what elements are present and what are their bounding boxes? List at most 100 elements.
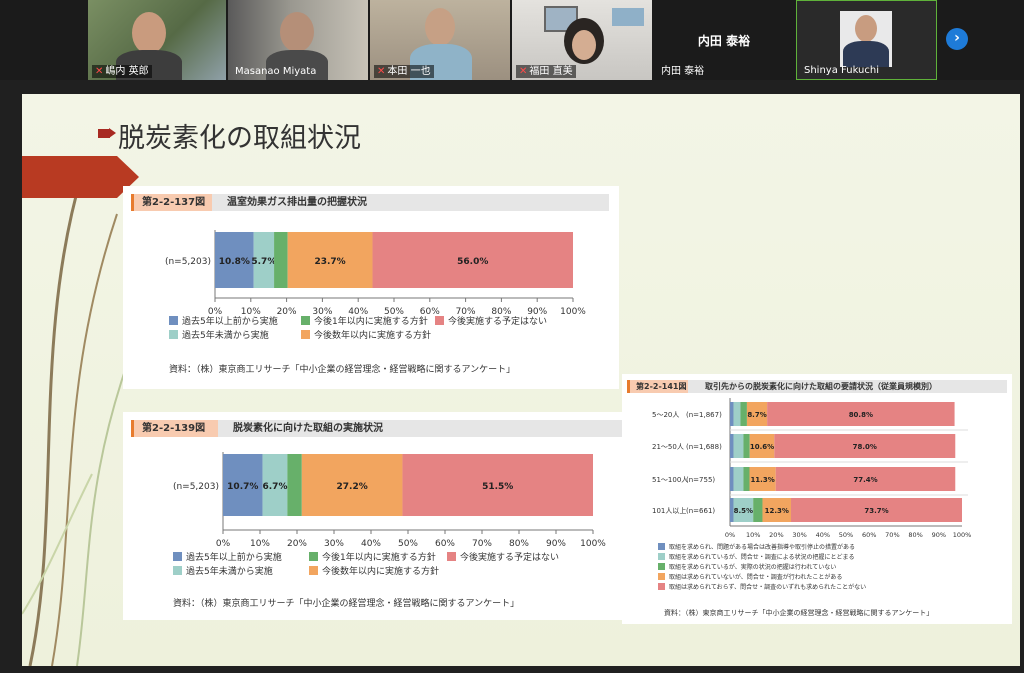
shared-screen: 脱炭素化の取組状況 第2-2-137図 温室効果ガス排出量の把握状況 0% 10%… xyxy=(0,80,1024,673)
legend-item: 今後1年以内に実施する方針 xyxy=(301,314,428,327)
x-tick-label: 0% xyxy=(725,531,735,539)
mic-muted-icon: ✕ xyxy=(519,66,528,77)
chart-source: 資料：（株）東京商工リサーチ「中小企業の経営理念・経営戦略に関するアンケート」 xyxy=(169,365,516,375)
legend-label: 過去5年以上前から実施 xyxy=(182,317,278,327)
person-face xyxy=(132,12,166,54)
data-label: 51.5% xyxy=(482,482,513,492)
x-tick-label: 70% xyxy=(472,539,492,549)
slide-title: 脱炭素化の取組状況 xyxy=(118,123,361,154)
legend-item: 今後実施する予定はない xyxy=(447,550,559,563)
legend-item: 過去5年以上前から実施 xyxy=(169,314,278,327)
category-n-label: (n=661) xyxy=(686,507,715,515)
stacked-bar-chart: 0% 10% 20% 30% 40% 50% 60% 70% 80% 90% 100% 5～20人 (n… xyxy=(652,398,972,539)
legend-swatch xyxy=(658,553,665,560)
legend-swatch xyxy=(169,316,178,325)
data-label: 73.7% xyxy=(864,507,888,515)
legend-label: 取組を求められ、問題がある場合は改善指導や取引停止の措置がある xyxy=(669,544,856,551)
legend-swatch xyxy=(658,563,665,570)
x-tick-label: 50% xyxy=(839,531,853,539)
participant-tile-active[interactable]: Shinya Fukuchi xyxy=(796,0,937,80)
category-n-label: (n=1,867) xyxy=(686,411,722,419)
legend-item: 取組を求められ、問題がある場合は改善指導や取引停止の措置がある xyxy=(658,542,855,551)
x-tick-label: 100% xyxy=(953,531,972,539)
legend-item: 今後1年以内に実施する方針 xyxy=(309,550,436,563)
x-tick-label: 80% xyxy=(509,539,529,549)
person-face xyxy=(855,15,877,42)
bar-segment xyxy=(287,454,302,516)
chart-header: 第2-2-141図 取引先からの脱炭素化に向けた取組の要請状況（従業員規模別） xyxy=(627,380,1007,393)
data-label: 27.2% xyxy=(337,482,368,492)
x-tick-label: 10% xyxy=(250,539,270,549)
person-face xyxy=(572,30,596,60)
participant-tile[interactable]: ✕ 嶋内 英郎 xyxy=(88,0,226,80)
data-label: 56.0% xyxy=(457,257,488,267)
data-label: 80.8% xyxy=(849,411,873,419)
legend-swatch xyxy=(301,330,310,339)
legend-label: 取組は求められておらず、問合せ・調査のいずれも求められたことがない xyxy=(669,584,867,591)
bar-segment xyxy=(733,402,741,426)
legend-label: 過去5年未満から実施 xyxy=(182,331,269,341)
legend-item: 過去5年未満から実施 xyxy=(173,564,273,577)
data-label: 78.0% xyxy=(853,443,877,451)
legend-label: 今後数年以内に実施する方針 xyxy=(322,567,440,577)
bar-segment xyxy=(740,402,747,426)
data-label: 11.3% xyxy=(750,476,774,484)
legend-label: 今後1年以内に実施する方針 xyxy=(314,317,428,327)
legend-label: 過去5年未満から実施 xyxy=(186,567,273,577)
mic-muted-icon: ✕ xyxy=(377,66,386,77)
legend-label: 今後数年以内に実施する方針 xyxy=(314,331,432,341)
data-label: 77.4% xyxy=(853,476,877,484)
figure-number: 第2-2-137図 xyxy=(131,194,212,211)
legend-item: 取組は求められていないが、問合せ・調査が行われたことがある xyxy=(658,572,842,581)
participant-tile[interactable]: Masanao Miyata xyxy=(228,0,368,80)
legend-swatch xyxy=(447,552,456,561)
x-tick-label: 50% xyxy=(398,539,418,549)
legend-label: 今後実施する予定はない xyxy=(448,317,548,327)
participant-tile[interactable]: ✕ 本田 一也 xyxy=(370,0,510,80)
category-label: 5～20人 xyxy=(652,411,679,419)
participant-name: ✕ 嶋内 英郎 xyxy=(92,65,152,78)
legend-item: 今後数年以内に実施する方針 xyxy=(301,328,431,341)
x-tick-label: 100% xyxy=(560,307,586,317)
legend-item: 過去5年未満から実施 xyxy=(169,328,269,341)
legend-label: 取組を求められているが、実際の状況の把握は行われていない xyxy=(669,564,837,571)
data-label: 8.5% xyxy=(734,507,753,515)
mic-muted-icon: ✕ xyxy=(95,66,104,77)
chart-title: 脱炭素化に向けた取組の実施状況 xyxy=(233,423,383,434)
x-tick-label: 60% xyxy=(435,539,455,549)
data-label: 8.7% xyxy=(747,411,766,419)
chart-source: 資料：（株）東京商工リサーチ「中小企業の経営理念・経営戦略に関するアンケート」 xyxy=(664,609,934,617)
chart-header: 第2-2-139図 脱炭素化に向けた取組の実施状況 xyxy=(131,420,623,437)
legend-swatch xyxy=(435,316,444,325)
legend-item: 今後数年以内に実施する方針 xyxy=(309,564,439,577)
figure-number: 第2-2-139図 xyxy=(131,420,218,437)
bar-segment xyxy=(743,434,750,458)
category-n-label: (n=1,688) xyxy=(686,443,722,451)
category-label: 51～100人 xyxy=(652,476,688,484)
x-tick-label: 90% xyxy=(546,539,566,549)
legend-item: 取組を求められているが、問合せ・調査による状況の把握にとどまる xyxy=(658,552,855,561)
legend-swatch xyxy=(309,552,318,561)
data-label: 10.6% xyxy=(750,443,774,451)
bar-segment xyxy=(753,498,763,522)
participant-tile[interactable]: 内田 泰裕 内田 泰裕 xyxy=(654,0,794,80)
x-tick-label: 20% xyxy=(287,539,307,549)
data-label: 12.3% xyxy=(765,507,789,515)
bar-segment xyxy=(730,467,734,491)
participant-tile[interactable]: ✕ 福田 直美 xyxy=(512,0,652,80)
x-tick-label: 100% xyxy=(580,539,606,549)
figure-number: 第2-2-141図 xyxy=(627,380,688,393)
x-tick-label: 90% xyxy=(932,531,946,539)
participant-name: Shinya Fukuchi xyxy=(804,65,880,76)
category-n-label: (n=755) xyxy=(686,476,715,484)
legend-item: 今後実施する予定はない xyxy=(435,314,547,327)
next-page-button[interactable]: › xyxy=(946,28,968,50)
participant-name: 内田 泰裕 xyxy=(661,66,705,77)
data-label: 5.7% xyxy=(251,257,276,267)
chart-card-137: 第2-2-137図 温室効果ガス排出量の把握状況 0% 10% 20% 30% 40% 5… xyxy=(123,186,619,389)
person-face xyxy=(425,8,455,46)
participant-display-name: 内田 泰裕 xyxy=(697,34,751,48)
bar-segment xyxy=(730,434,734,458)
legend-label: 取組を求められているが、問合せ・調査による状況の把握にとどまる xyxy=(669,554,855,561)
legend-swatch xyxy=(173,566,182,575)
